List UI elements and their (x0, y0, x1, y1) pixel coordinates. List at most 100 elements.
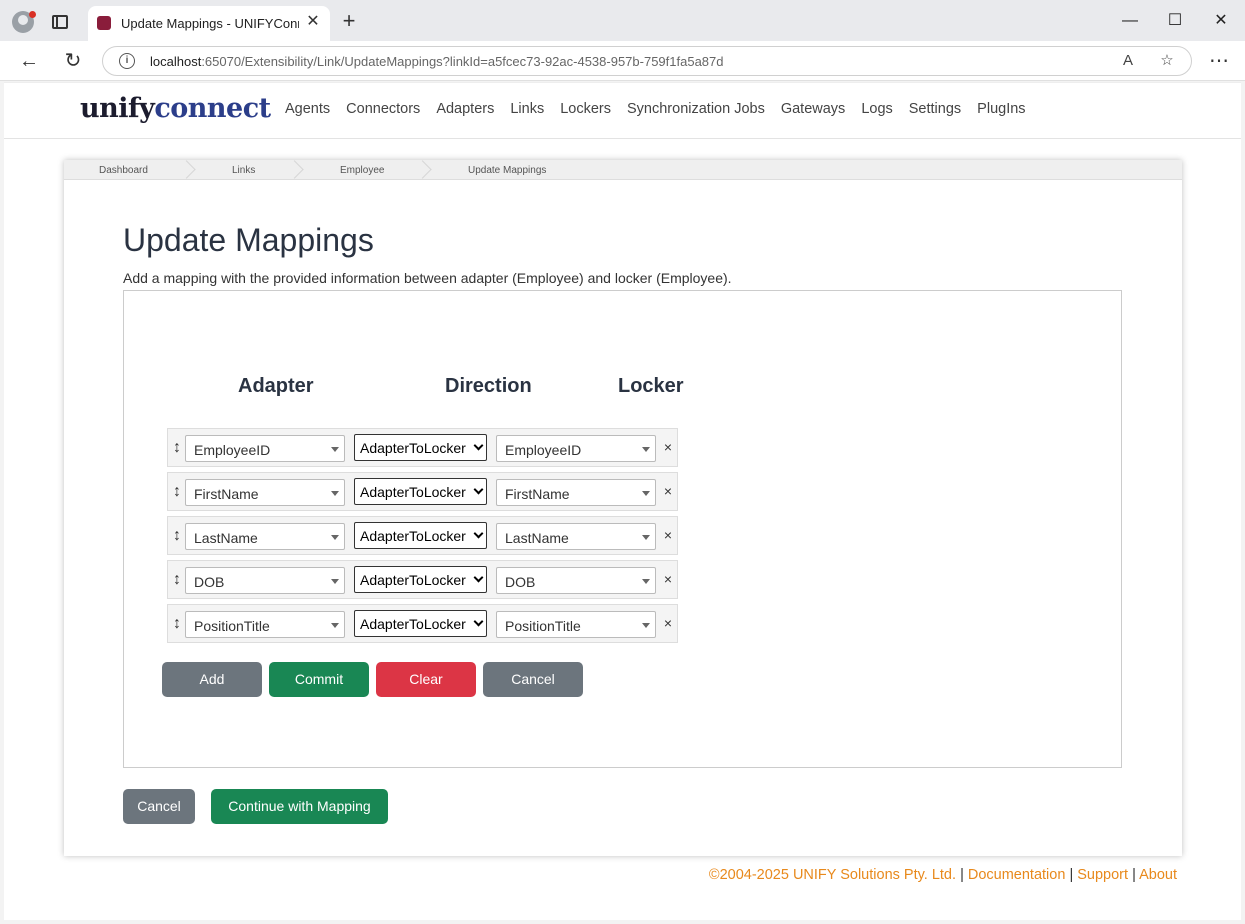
tab-actions-icon[interactable] (52, 15, 68, 29)
direction-value: AdapterToLocker (360, 616, 466, 632)
locker-field-value: EmployeeID (505, 442, 582, 458)
add-mapping-button[interactable]: Add (162, 662, 262, 697)
clear-button[interactable]: Clear (376, 662, 476, 697)
favorite-star-icon[interactable]: ☆ (1157, 51, 1177, 71)
support-link[interactable]: Support (1077, 867, 1128, 883)
direction-select[interactable]: AdapterToLocker (354, 610, 487, 637)
site-info-icon[interactable]: i (119, 53, 135, 69)
mapping-row: ↕ LastName AdapterToLocker LastName × (167, 516, 678, 555)
direction-select[interactable]: AdapterToLocker (354, 522, 487, 549)
remove-row-icon[interactable]: × (662, 571, 674, 587)
cancel-mapping-button[interactable]: Cancel (483, 662, 583, 697)
mapping-editor: Adapter Direction Locker ↕ EmployeeID Ad… (123, 290, 1122, 768)
breadcrumb-employee[interactable]: Employee (340, 165, 384, 176)
drag-handle-icon[interactable]: ↕ (172, 614, 182, 634)
adapter-field-select[interactable]: DOB (185, 567, 345, 594)
adapter-field-select[interactable]: PositionTitle (185, 611, 345, 638)
direction-value: AdapterToLocker (360, 440, 466, 456)
direction-select[interactable]: AdapterToLocker (354, 434, 487, 461)
dropdown-arrow-icon (642, 535, 650, 540)
direction-value: AdapterToLocker (360, 484, 466, 500)
dropdown-arrow-icon (642, 579, 650, 584)
continue-with-mapping-button[interactable]: Continue with Mapping (211, 789, 388, 824)
adapter-field-select[interactable]: FirstName (185, 479, 345, 506)
remove-row-icon[interactable]: × (662, 439, 674, 455)
dropdown-arrow-icon (331, 579, 339, 584)
locker-field-select[interactable]: EmployeeID (496, 435, 656, 462)
adapter-field-value: FirstName (194, 486, 259, 502)
logo[interactable]: unifyconnect (80, 93, 271, 124)
url-text: localhost:65070/Extensibility/Link/Updat… (150, 54, 724, 69)
remove-row-icon[interactable]: × (662, 615, 674, 631)
dropdown-arrow-icon (331, 623, 339, 628)
chevron-down-icon (473, 484, 484, 495)
cancel-button[interactable]: Cancel (123, 789, 195, 824)
dropdown-arrow-icon (331, 447, 339, 452)
maximize-icon[interactable]: ☐ (1160, 8, 1190, 34)
address-bar: ← ↻ i localhost:65070/Extensibility/Link… (0, 41, 1245, 81)
page-description: Add a mapping with the provided informat… (123, 270, 732, 286)
drag-handle-icon[interactable]: ↕ (172, 482, 182, 502)
drag-handle-icon[interactable]: ↕ (172, 438, 182, 458)
browser-tabbar: Update Mappings - UNIFYConnect ✕ + — ☐ ✕ (0, 0, 1245, 41)
content-card: Dashboard Links Employee Update Mappings… (64, 160, 1182, 856)
locker-field-select[interactable]: DOB (496, 567, 656, 594)
close-window-icon[interactable]: ✕ (1206, 8, 1236, 34)
adapter-column-header: Adapter (238, 375, 314, 397)
locker-field-value: DOB (505, 574, 536, 590)
new-tab-icon[interactable]: + (338, 10, 360, 32)
adapter-field-value: DOB (194, 574, 225, 590)
adapter-field-value: EmployeeID (194, 442, 271, 458)
minimize-icon[interactable]: — (1115, 8, 1145, 34)
refresh-icon[interactable]: ↻ (61, 49, 85, 73)
chevron-down-icon (473, 528, 484, 539)
remove-row-icon[interactable]: × (662, 483, 674, 499)
close-tab-icon[interactable]: ✕ (304, 13, 322, 31)
nav-connectors[interactable]: Connectors (346, 101, 420, 117)
mapping-row: ↕ PositionTitle AdapterToLocker Position… (167, 604, 678, 643)
adapter-field-value: PositionTitle (194, 618, 270, 634)
nav-links[interactable]: Links (510, 101, 544, 117)
locker-field-value: FirstName (505, 486, 570, 502)
commit-button[interactable]: Commit (269, 662, 369, 697)
more-menu-icon[interactable]: ⋯ (1207, 49, 1231, 73)
locker-field-select[interactable]: LastName (496, 523, 656, 550)
breadcrumb-links[interactable]: Links (232, 165, 255, 176)
nav-gateways[interactable]: Gateways (781, 101, 845, 117)
chevron-down-icon (473, 440, 484, 451)
adapter-field-select[interactable]: EmployeeID (185, 435, 345, 462)
locker-field-value: LastName (505, 530, 569, 546)
direction-value: AdapterToLocker (360, 528, 466, 544)
breadcrumb-dashboard[interactable]: Dashboard (99, 165, 148, 176)
adapter-field-select[interactable]: LastName (185, 523, 345, 550)
nav-adapters[interactable]: Adapters (436, 101, 494, 117)
drag-handle-icon[interactable]: ↕ (172, 526, 182, 546)
nav-agents[interactable]: Agents (285, 101, 330, 117)
footer: ©2004-2025 UNIFY Solutions Pty. Ltd. | D… (708, 867, 1177, 883)
nav-lockers[interactable]: Lockers (560, 101, 611, 117)
locker-field-select[interactable]: FirstName (496, 479, 656, 506)
dropdown-arrow-icon (642, 491, 650, 496)
direction-select[interactable]: AdapterToLocker (354, 566, 487, 593)
read-aloud-icon[interactable]: A (1118, 51, 1138, 71)
main-nav: Agents Connectors Adapters Links Lockers… (285, 101, 1026, 117)
direction-select[interactable]: AdapterToLocker (354, 478, 487, 505)
nav-plugins[interactable]: PlugIns (977, 101, 1025, 117)
dropdown-arrow-icon (331, 491, 339, 496)
mapping-row: ↕ EmployeeID AdapterToLocker EmployeeID … (167, 428, 678, 467)
page-title: Update Mappings (123, 222, 374, 258)
remove-row-icon[interactable]: × (662, 527, 674, 543)
breadcrumb-update-mappings: Update Mappings (468, 165, 547, 176)
locker-field-select[interactable]: PositionTitle (496, 611, 656, 638)
documentation-link[interactable]: Documentation (968, 867, 1066, 883)
browser-tab-active[interactable]: Update Mappings - UNIFYConnect ✕ (88, 6, 330, 41)
url-field[interactable]: i localhost:65070/Extensibility/Link/Upd… (102, 46, 1192, 76)
tab-title: Update Mappings - UNIFYConnect (121, 16, 299, 31)
back-icon[interactable]: ← (17, 49, 41, 73)
nav-synchronization-jobs[interactable]: Synchronization Jobs (627, 101, 765, 117)
about-link[interactable]: About (1139, 867, 1177, 883)
nav-settings[interactable]: Settings (909, 101, 961, 117)
site-header: unifyconnect Agents Connectors Adapters … (4, 83, 1241, 139)
drag-handle-icon[interactable]: ↕ (172, 570, 182, 590)
nav-logs[interactable]: Logs (861, 101, 892, 117)
